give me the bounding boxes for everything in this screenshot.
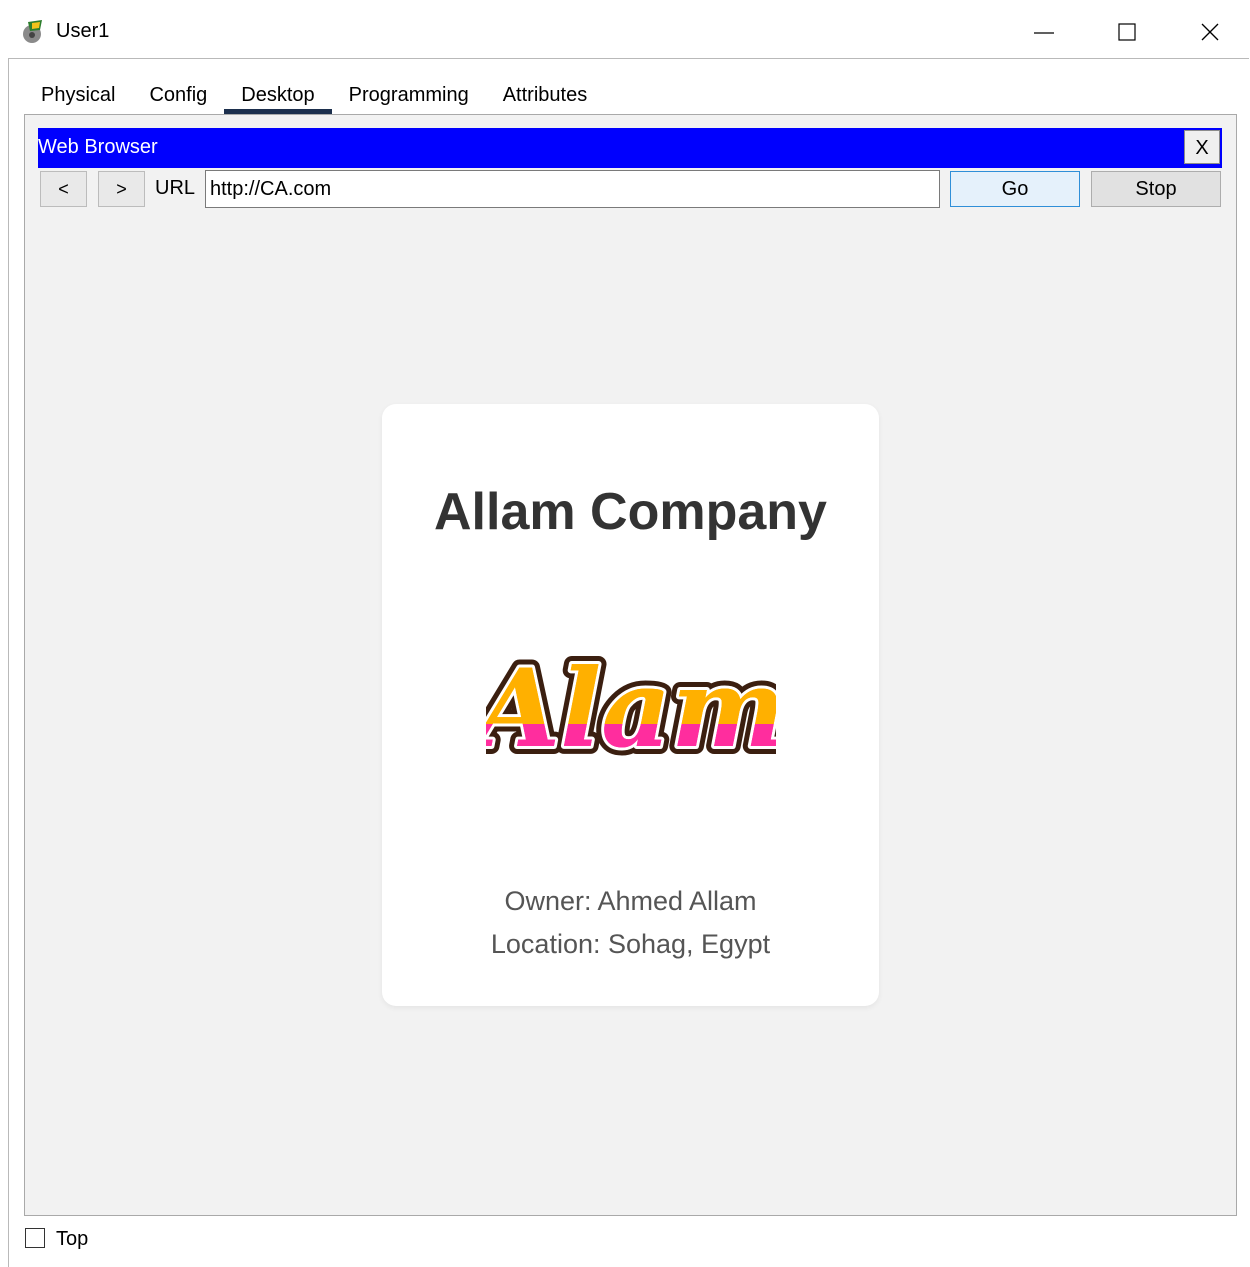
web-browser-title: Web Browser [38,136,158,158]
tab-label: Attributes [502,84,588,106]
maximize-icon[interactable] [1107,12,1147,52]
back-button[interactable]: < [40,171,87,207]
tab-desktop[interactable]: Desktop [224,76,333,114]
go-button[interactable]: Go [950,171,1080,207]
close-icon[interactable] [1190,12,1230,52]
owner-text: Owner: Ahmed Allam [504,886,757,916]
top-label: Top [56,1228,89,1250]
url-label: URL [155,177,196,199]
company-card: Allam Company Alam Alam Alam Owner: Ahme… [382,404,879,1006]
web-browser-title-bar: Web Browser X [38,128,1222,168]
browser-close-button[interactable]: X [1184,130,1220,164]
company-logo: Alam Alam Alam [486,638,776,776]
tab-programming[interactable]: Programming [332,76,486,114]
window-title: User1 [56,20,110,42]
title-bar: User1 [0,0,1250,58]
tab-config[interactable]: Config [132,76,224,114]
tab-label: Programming [348,84,469,106]
tab-attributes[interactable]: Attributes [486,76,604,114]
forward-button[interactable]: > [98,171,145,207]
tab-label: Config [149,84,208,106]
top-checkbox[interactable] [25,1228,45,1248]
location-text: Location: Sohag, Egypt [490,929,771,959]
tab-bar: Physical Config Desktop Programming Attr… [24,76,605,114]
minimize-icon[interactable] [1024,12,1064,52]
packet-tracer-pc-icon [23,20,42,43]
tab-physical[interactable]: Physical [24,76,132,114]
page-title: Allam Company [434,483,827,541]
url-input[interactable] [205,170,940,208]
tab-label: Physical [41,84,116,106]
window: User1 Physical Config Desktop Programmin… [0,0,1250,1267]
svg-text:Alam: Alam [486,646,776,772]
tab-label: Desktop [241,84,315,106]
stop-button[interactable]: Stop [1091,171,1221,207]
